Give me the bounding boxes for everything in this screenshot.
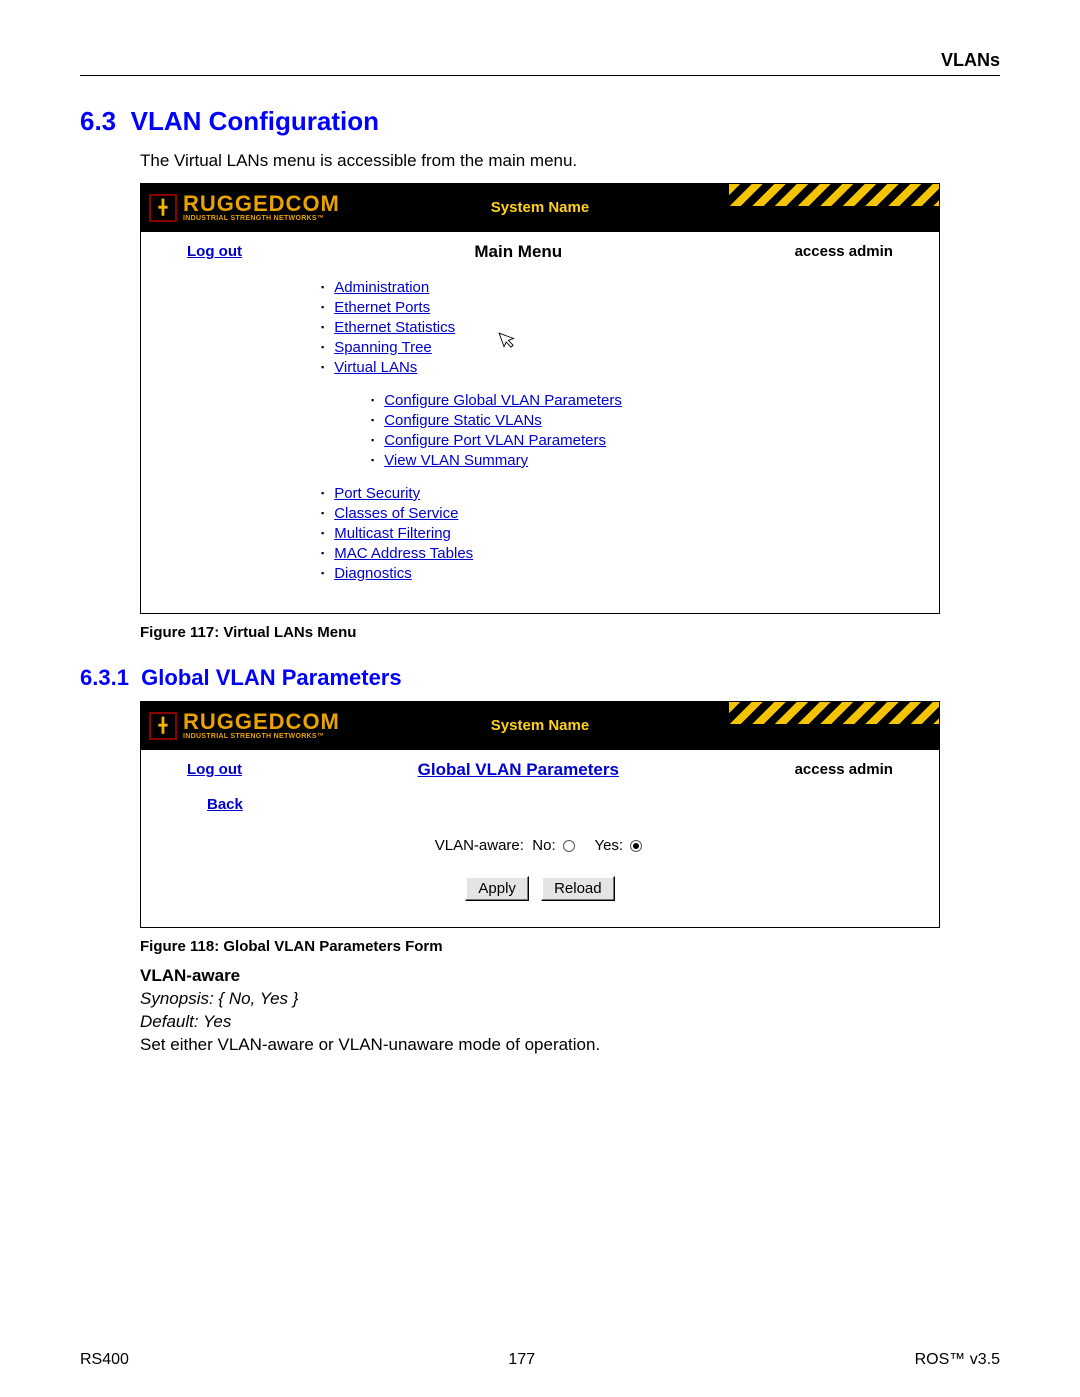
menu-item-configure-port-vlan[interactable]: Configure Port VLAN Parameters xyxy=(384,432,606,449)
menu-item-port-security[interactable]: Port Security xyxy=(334,485,420,502)
menu-item-ethernet-statistics[interactable]: Ethernet Statistics xyxy=(334,319,455,336)
menu-group-1: Administration Ethernet Ports Ethernet S… xyxy=(321,279,909,376)
menu-group-2: Port Security Classes of Service Multica… xyxy=(321,485,909,582)
menu-item-classes-of-service[interactable]: Classes of Service xyxy=(334,505,458,522)
figure-118-caption: Figure 118: Global VLAN Parameters Form xyxy=(140,938,1000,955)
menu-item-spanning-tree[interactable]: Spanning Tree xyxy=(334,339,432,356)
access-level: access admin xyxy=(795,243,893,260)
access-level-2: access admin xyxy=(795,761,893,778)
param-default: Default: Yes xyxy=(140,1011,1000,1034)
page-header-chapter: VLANs xyxy=(80,50,1000,71)
app-toolbar-2: Log out Global VLAN Parameters access ad… xyxy=(141,750,939,784)
menu-item-configure-global-vlan[interactable]: Configure Global VLAN Parameters xyxy=(384,392,622,409)
app-header-bar-2: ╋ RUGGEDCOM INDUSTRIAL STRENGTH NETWORKS… xyxy=(141,702,939,750)
back-link[interactable]: Back xyxy=(207,796,243,813)
brand-name-2: RUGGEDCOM xyxy=(183,711,340,733)
logout-link-2[interactable]: Log out xyxy=(187,761,242,778)
screenshot-main-menu: ╋ RUGGEDCOM INDUSTRIAL STRENGTH NETWORKS… xyxy=(140,183,940,614)
menu-group-vlan-sub: Configure Global VLAN Parameters Configu… xyxy=(371,392,909,469)
menu-body: Administration Ethernet Ports Ethernet S… xyxy=(141,266,939,613)
footer-page-number: 177 xyxy=(508,1351,535,1369)
subsection-title: Global VLAN Parameters xyxy=(141,665,401,690)
logo-icon-2: ╋ xyxy=(149,712,177,740)
subsection-heading: 6.3.1 Global VLAN Parameters xyxy=(80,665,1000,691)
footer-right: ROS™ v3.5 xyxy=(915,1351,1000,1369)
hazard-stripes xyxy=(729,184,939,206)
vlan-aware-row: VLAN-aware: No: Yes: xyxy=(171,837,909,854)
menu-item-diagnostics[interactable]: Diagnostics xyxy=(334,565,412,582)
no-label: No: xyxy=(532,837,555,854)
menu-item-ethernet-ports[interactable]: Ethernet Ports xyxy=(334,299,430,316)
logo-icon: ╋ xyxy=(149,194,177,222)
menu-item-view-vlan-summary[interactable]: View VLAN Summary xyxy=(384,452,528,469)
page-footer: RS400 177 ROS™ v3.5 xyxy=(80,1351,1000,1369)
brand-name: RUGGEDCOM xyxy=(183,193,340,215)
screenshot-global-vlan: ╋ RUGGEDCOM INDUSTRIAL STRENGTH NETWORKS… xyxy=(140,701,940,928)
brand-logo: ╋ RUGGEDCOM INDUSTRIAL STRENGTH NETWORKS… xyxy=(141,193,340,222)
section-intro-text: The Virtual LANs menu is accessible from… xyxy=(140,149,1000,173)
hazard-stripes-2 xyxy=(729,702,939,724)
menu-item-mac-address-tables[interactable]: MAC Address Tables xyxy=(334,545,473,562)
vlan-aware-yes-radio[interactable] xyxy=(630,840,642,852)
section-number: 6.3 xyxy=(80,106,116,136)
logout-link[interactable]: Log out xyxy=(187,243,242,260)
yes-label: Yes: xyxy=(594,837,623,854)
page-title-global-vlan[interactable]: Global VLAN Parameters xyxy=(418,760,619,780)
figure-117-caption: Figure 117: Virtual LANs Menu xyxy=(140,624,1000,641)
section-heading: 6.3 VLAN Configuration xyxy=(80,106,1000,137)
brand-tagline-2: INDUSTRIAL STRENGTH NETWORKS™ xyxy=(183,733,340,740)
reload-button[interactable]: Reload xyxy=(541,876,615,901)
menu-item-multicast-filtering[interactable]: Multicast Filtering xyxy=(334,525,451,542)
form-body: Back VLAN-aware: No: Yes: Apply Reload xyxy=(141,784,939,927)
apply-button[interactable]: Apply xyxy=(465,876,529,901)
param-name: VLAN-aware xyxy=(140,965,1000,988)
section-title: VLAN Configuration xyxy=(131,106,379,136)
param-synopsis: Synopsis: { No, Yes } xyxy=(140,988,1000,1011)
subsection-number: 6.3.1 xyxy=(80,665,129,690)
menu-item-configure-static-vlans[interactable]: Configure Static VLANs xyxy=(384,412,542,429)
param-desc: Set either VLAN-aware or VLAN-unaware mo… xyxy=(140,1034,1000,1057)
vlan-aware-no-radio[interactable] xyxy=(563,840,575,852)
brand-tagline: INDUSTRIAL STRENGTH NETWORKS™ xyxy=(183,215,340,222)
app-header-bar: ╋ RUGGEDCOM INDUSTRIAL STRENGTH NETWORKS… xyxy=(141,184,939,232)
menu-item-virtual-lans[interactable]: Virtual LANs xyxy=(334,359,417,376)
app-toolbar: Log out Main Menu access admin xyxy=(141,232,939,266)
vlan-aware-label: VLAN-aware: xyxy=(435,837,524,854)
button-row: Apply Reload xyxy=(171,876,909,901)
page-title: Main Menu xyxy=(474,242,562,262)
menu-item-administration[interactable]: Administration xyxy=(334,279,429,296)
footer-left: RS400 xyxy=(80,1351,129,1369)
brand-logo-2: ╋ RUGGEDCOM INDUSTRIAL STRENGTH NETWORKS… xyxy=(141,711,340,740)
header-rule xyxy=(80,75,1000,76)
param-vlan-aware: VLAN-aware Synopsis: { No, Yes } Default… xyxy=(140,965,1000,1057)
